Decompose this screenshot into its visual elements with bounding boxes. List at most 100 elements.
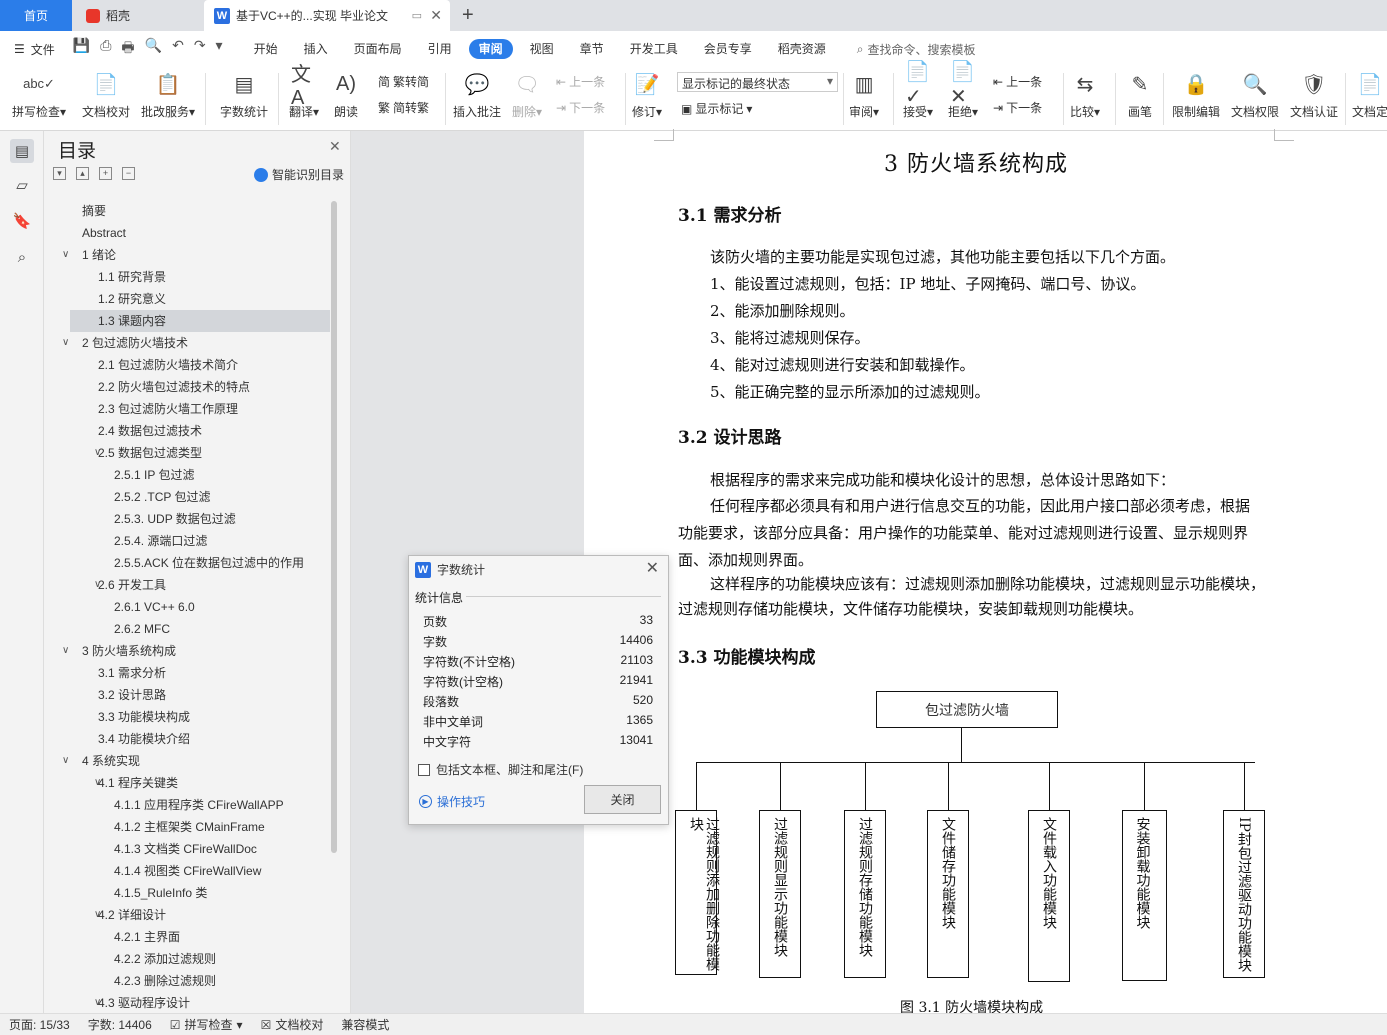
- undo-icon[interactable]: ↶: [172, 37, 184, 61]
- toc-item[interactable]: 4.1.4 视图类 CFireWallView: [70, 860, 330, 882]
- chevron-down-icon[interactable]: ∨: [94, 772, 101, 794]
- toc-item[interactable]: ∨ 2.5 数据包过滤类型: [70, 442, 330, 464]
- ribbon-tab[interactable]: 开始: [241, 39, 291, 59]
- spell-check-status[interactable]: ☑ 拼写检查 ▾: [161, 1016, 252, 1033]
- toc-item[interactable]: 1.1 研究背景: [70, 266, 330, 288]
- close-icon[interactable]: ✕: [646, 558, 659, 578]
- prev-change-button[interactable]: ⇤ 上一条: [993, 73, 1042, 90]
- ribbon-tab[interactable]: 审阅: [468, 39, 513, 59]
- toc-item[interactable]: Abstract: [70, 222, 330, 244]
- ribbon-tab[interactable]: 视图: [517, 39, 567, 59]
- read-aloud-button[interactable]: A) 朗读: [333, 70, 359, 120]
- next-comment-button[interactable]: ⇥ 下一条: [556, 99, 605, 116]
- smart-toc-button[interactable]: 智能识别目录: [254, 166, 344, 183]
- toc-item[interactable]: 2.6.1 VC++ 6.0: [70, 596, 330, 618]
- ribbon-tab[interactable]: 引用: [415, 39, 465, 59]
- ribbon-tab[interactable]: 会员专享: [691, 39, 765, 59]
- ribbon-tab[interactable]: 章节: [567, 39, 617, 59]
- print-icon[interactable]: 🖶: [121, 37, 134, 61]
- page-indicator[interactable]: 页面: 15/33: [0, 1016, 79, 1033]
- chevron-down-icon[interactable]: ∨: [94, 904, 101, 926]
- toc-item[interactable]: 4.2.3 删除过滤规则: [70, 970, 330, 992]
- toc-item[interactable]: 4.1.1 应用程序类 CFireWallAPP: [70, 794, 330, 816]
- toc-item[interactable]: 4.1.5_RuleInfo 类: [70, 882, 330, 904]
- chevron-down-icon[interactable]: ∨: [62, 640, 69, 662]
- toc-item[interactable]: 2.5.2 .TCP 包过滤: [70, 486, 330, 508]
- close-button[interactable]: 关闭: [584, 785, 661, 814]
- toc-item[interactable]: 2.5.1 IP 包过滤: [70, 464, 330, 486]
- toc-item[interactable]: 4.2.1 主界面: [70, 926, 330, 948]
- bookmark-icon[interactable]: 🔖: [10, 209, 34, 233]
- annotate-service-button[interactable]: 📋 批改服务▾: [141, 70, 195, 120]
- collapse-all-icon[interactable]: ▴: [76, 167, 89, 180]
- toc-item[interactable]: 2.6.2 MFC: [70, 618, 330, 640]
- toc-item[interactable]: 1.3 课题内容: [70, 310, 330, 332]
- toc-item[interactable]: 3.2 设计思路: [70, 684, 330, 706]
- show-markup-button[interactable]: ▣ 显示标记 ▾: [681, 100, 752, 117]
- toc-item[interactable]: 3.4 功能模块介绍: [70, 728, 330, 750]
- toc-item[interactable]: ∨ 3 防火墙系统构成: [62, 640, 330, 662]
- toc-item[interactable]: 摘要: [70, 200, 330, 222]
- toc-panel-icon[interactable]: ▤: [10, 139, 34, 163]
- toc-item[interactable]: 4.2.2 添加过滤规则: [70, 948, 330, 970]
- chevron-down-icon[interactable]: ∨: [94, 992, 101, 1014]
- toc-item[interactable]: ∨ 4.3 驱动程序设计: [70, 992, 330, 1014]
- toc-item[interactable]: ∨ 4.1 程序关键类: [70, 772, 330, 794]
- search-panel-icon[interactable]: ⌕: [10, 245, 34, 269]
- wordcount-button[interactable]: ▤ 字数统计: [220, 70, 268, 120]
- toc-item[interactable]: ∨ 4.2 详细设计: [70, 904, 330, 926]
- prev-comment-button[interactable]: ⇤ 上一条: [556, 73, 605, 90]
- ribbon-tab[interactable]: 稻壳资源: [765, 39, 839, 59]
- toc-item[interactable]: ∨ 1 绪论: [62, 244, 330, 266]
- toc-item[interactable]: 2.1 包过滤防火墙技术简介: [70, 354, 330, 376]
- chevron-down-icon[interactable]: ∨: [94, 442, 101, 464]
- file-menu[interactable]: ☰ 文件: [0, 41, 65, 58]
- trad-to-simp-button[interactable]: 简繁转简: [378, 73, 429, 90]
- toc-item[interactable]: 2.4 数据包过滤技术: [70, 420, 330, 442]
- toc-item[interactable]: 2.2 防火墙包过滤技术的特点: [70, 376, 330, 398]
- redo-icon[interactable]: ↷: [194, 37, 206, 61]
- toc-item[interactable]: 2.5.3. UDP 数据包过滤: [70, 508, 330, 530]
- toc-item[interactable]: ∨ 4 系统实现: [62, 750, 330, 772]
- toc-item[interactable]: 1.2 研究意义: [70, 288, 330, 310]
- toc-item[interactable]: ∨ 2.6 开发工具: [70, 574, 330, 596]
- export-pdf-icon[interactable]: ⎙: [100, 37, 111, 61]
- simp-to-trad-button[interactable]: 繁简转繁: [378, 99, 429, 116]
- pin-icon[interactable]: ▭: [412, 9, 422, 22]
- doc-rights-button[interactable]: 🔍 文档权限: [1231, 70, 1279, 120]
- close-panel-icon[interactable]: ✕: [329, 138, 341, 155]
- toc-item[interactable]: 3.3 功能模块构成: [70, 706, 330, 728]
- chevron-down-icon[interactable]: ∨: [62, 750, 69, 772]
- toc-item[interactable]: 2.3 包过滤防火墙工作原理: [70, 398, 330, 420]
- remove-heading-icon[interactable]: −: [122, 167, 135, 180]
- toc-scrollbar[interactable]: [331, 201, 337, 853]
- spell-check-button[interactable]: abc✓ 拼写检查▾: [12, 70, 66, 120]
- compare-button[interactable]: ⇆ 比较▾: [1070, 70, 1100, 120]
- print-preview-icon[interactable]: 🔍: [145, 37, 162, 61]
- chapter-panel-icon[interactable]: ▱: [10, 173, 34, 197]
- ribbon-tab[interactable]: 插入: [291, 39, 341, 59]
- add-heading-icon[interactable]: +: [99, 167, 112, 180]
- toc-item[interactable]: 2.5.5.ACK 位在数据包过滤中的作用: [70, 552, 330, 574]
- chevron-down-icon[interactable]: ∨: [62, 332, 69, 354]
- toc-item[interactable]: 4.1.3 文档类 CFireWallDoc: [70, 838, 330, 860]
- chevron-down-icon[interactable]: ∨: [94, 574, 101, 596]
- command-search[interactable]: ⌕ 查找命令、搜索模板: [857, 41, 976, 58]
- more-icon[interactable]: ▾: [216, 37, 223, 61]
- tab-document[interactable]: W 基于VC++的...实现 毕业论文 ▭ ✕: [204, 0, 450, 31]
- tab-docer[interactable]: 稻壳: [76, 0, 200, 31]
- ribbon-tab[interactable]: 开发工具: [617, 39, 691, 59]
- close-tab-icon[interactable]: ✕: [430, 7, 442, 24]
- toc-item[interactable]: 3.1 需求分析: [70, 662, 330, 684]
- toc-item[interactable]: ∨ 2 包过滤防火墙技术: [62, 332, 330, 354]
- accept-button[interactable]: 📄✓ 接受▾: [903, 61, 933, 120]
- finalize-button[interactable]: 📄 文档定: [1352, 70, 1387, 120]
- save-icon[interactable]: 💾: [73, 37, 90, 61]
- ribbon-tab[interactable]: 页面布局: [341, 39, 415, 59]
- proofread-status[interactable]: ☒ 文档校对: [252, 1016, 333, 1033]
- review-pane-button[interactable]: ▥ 审阅▾: [849, 70, 879, 120]
- delete-comment-button[interactable]: 🗨 删除▾: [512, 70, 542, 120]
- restrict-edit-button[interactable]: 🔒 限制编辑: [1172, 70, 1220, 120]
- next-change-button[interactable]: ⇥ 下一条: [993, 99, 1042, 116]
- pen-button[interactable]: ✎ 画笔: [1127, 70, 1153, 120]
